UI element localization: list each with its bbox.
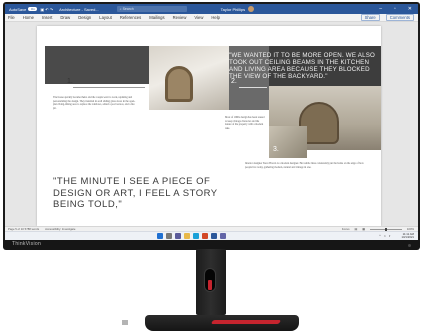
dark-block-left [45, 46, 149, 84]
tab-layout[interactable]: Layout [99, 15, 112, 20]
system-tray-icons[interactable]: ^ ⌂ ◐ [379, 234, 392, 238]
tab-insert[interactable]: Insert [42, 15, 52, 20]
file-explorer-icon[interactable] [184, 233, 190, 239]
tab-home[interactable]: Home [23, 15, 34, 20]
minimize-icon[interactable]: – [379, 6, 382, 12]
tab-view[interactable]: View [194, 15, 203, 20]
search-placeholder: Search [122, 7, 134, 11]
document-canvas[interactable]: 1. 2. "WE WANTED IT TO BE MORE OPEN. WE … [5, 22, 418, 226]
base-badge [122, 320, 128, 325]
share-button[interactable]: Share [360, 14, 380, 21]
save-icon[interactable]: ▣ ↶ ↷ [40, 7, 53, 12]
stand-accent [208, 280, 212, 290]
tab-help[interactable]: Help [211, 15, 220, 20]
avatar[interactable] [248, 6, 255, 12]
user-name[interactable]: Taylor Phillips [221, 7, 245, 12]
small-photo [269, 126, 307, 158]
search-box[interactable]: ⌕ Search [116, 6, 187, 12]
task-view-icon[interactable] [175, 233, 181, 239]
teams-icon[interactable] [220, 233, 226, 239]
window-controls: – ▫ ✕ [379, 6, 412, 12]
taskbar: ^ ⌂ ◐ 11:11 AM 10/1/2021 [5, 231, 418, 240]
brand-logo: ThinkVision [12, 241, 42, 247]
body-column-left: The house quickly became theirs and the … [53, 96, 136, 110]
tab-references[interactable]: References [120, 15, 141, 20]
tab-design[interactable]: Design [78, 15, 91, 20]
pull-quote: "THE MINUTE I SEE A PIECE OF DESIGN OR A… [53, 176, 218, 210]
monitor-screen: AutoSave On ▣ ↶ ↷ Architecture - Saved..… [5, 4, 418, 240]
close-icon[interactable]: ✕ [408, 6, 412, 12]
tab-file[interactable]: File [8, 15, 15, 20]
search-taskbar-icon[interactable] [166, 233, 172, 239]
chair-image [165, 66, 193, 102]
section-number-1: 1. [67, 78, 73, 85]
autosave-label: AutoSave [9, 6, 27, 12]
ribbon-actions: Share Comments [360, 14, 414, 21]
maximize-icon[interactable]: ▫ [394, 6, 396, 12]
document-title: Architecture - Saved... [59, 6, 99, 12]
divider-1 [73, 87, 145, 88]
tab-mailings[interactable]: Mailings [149, 15, 164, 20]
edge-icon[interactable] [193, 233, 199, 239]
tab-draw[interactable]: Draw [60, 15, 70, 20]
body-column-mid: Most of 1960s design has been reused to … [225, 116, 265, 130]
divider-2 [239, 87, 267, 88]
zoom-slider[interactable] [369, 227, 402, 231]
powerpoint-icon[interactable] [202, 233, 208, 239]
body-column-right: Interior designer Steve Brown is a moder… [245, 162, 364, 169]
title-bar: AutoSave On ▣ ↶ ↷ Architecture - Saved..… [5, 4, 418, 14]
document-page[interactable]: 1. 2. "WE WANTED IT TO BE MORE OPEN. WE … [37, 26, 381, 226]
photo-stage: AutoSave On ▣ ↶ ↷ Architecture - Saved..… [0, 0, 423, 336]
tab-review[interactable]: Review [173, 15, 187, 20]
base-accent-stripe [210, 320, 282, 324]
power-led [408, 244, 411, 247]
comments-button[interactable]: Comments [385, 14, 414, 21]
taskbar-apps [157, 233, 226, 239]
section-number-3: 3. [273, 146, 279, 153]
start-icon[interactable] [157, 233, 163, 239]
ribbon-tabs: File Home Insert Draw Design Layout Refe… [5, 14, 418, 22]
header-quote: "WE WANTED IT TO BE MORE OPEN. WE ALSO T… [229, 52, 376, 80]
clock[interactable]: 11:11 AM 10/1/2021 [402, 232, 414, 240]
autosave-toggle[interactable]: On [28, 7, 38, 11]
word-icon[interactable] [211, 233, 217, 239]
